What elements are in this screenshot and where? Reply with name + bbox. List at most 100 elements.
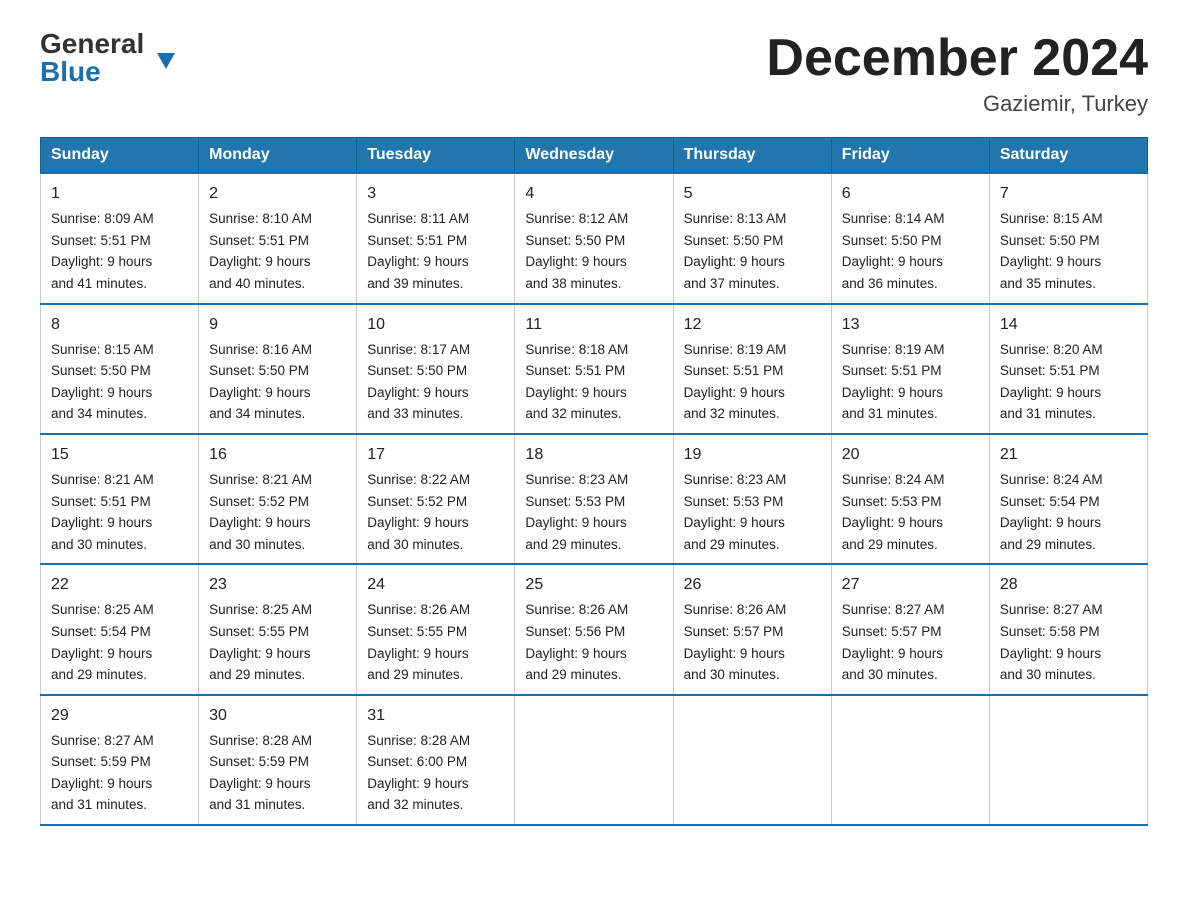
day-number: 16 — [209, 443, 346, 467]
table-row: 22Sunrise: 8:25 AMSunset: 5:54 PMDayligh… — [41, 564, 199, 694]
day-number: 7 — [1000, 182, 1137, 206]
day-info: Sunrise: 8:20 AMSunset: 5:51 PMDaylight:… — [1000, 339, 1137, 425]
day-info: Sunrise: 8:28 AMSunset: 6:00 PMDaylight:… — [367, 730, 504, 816]
table-row: 9Sunrise: 8:16 AMSunset: 5:50 PMDaylight… — [199, 304, 357, 434]
month-title: December 2024 — [766, 30, 1148, 87]
day-info: Sunrise: 8:13 AMSunset: 5:50 PMDaylight:… — [684, 208, 821, 294]
day-info: Sunrise: 8:10 AMSunset: 5:51 PMDaylight:… — [209, 208, 346, 294]
day-number: 30 — [209, 704, 346, 728]
day-info: Sunrise: 8:24 AMSunset: 5:54 PMDaylight:… — [1000, 469, 1137, 555]
day-info: Sunrise: 8:15 AMSunset: 5:50 PMDaylight:… — [51, 339, 188, 425]
day-number: 6 — [842, 182, 979, 206]
table-row: 5Sunrise: 8:13 AMSunset: 5:50 PMDaylight… — [673, 173, 831, 303]
table-row: 2Sunrise: 8:10 AMSunset: 5:51 PMDaylight… — [199, 173, 357, 303]
table-row: 16Sunrise: 8:21 AMSunset: 5:52 PMDayligh… — [199, 434, 357, 564]
table-row: 7Sunrise: 8:15 AMSunset: 5:50 PMDaylight… — [989, 173, 1147, 303]
table-row: 29Sunrise: 8:27 AMSunset: 5:59 PMDayligh… — [41, 695, 199, 825]
logo: General Blue — [40, 30, 155, 86]
day-number: 17 — [367, 443, 504, 467]
table-row: 3Sunrise: 8:11 AMSunset: 5:51 PMDaylight… — [357, 173, 515, 303]
day-info: Sunrise: 8:12 AMSunset: 5:50 PMDaylight:… — [525, 208, 662, 294]
logo-blue: Blue — [40, 58, 155, 86]
day-info: Sunrise: 8:23 AMSunset: 5:53 PMDaylight:… — [525, 469, 662, 555]
day-info: Sunrise: 8:21 AMSunset: 5:51 PMDaylight:… — [51, 469, 188, 555]
day-info: Sunrise: 8:22 AMSunset: 5:52 PMDaylight:… — [367, 469, 504, 555]
logo-triangle-icon — [157, 53, 175, 69]
day-info: Sunrise: 8:25 AMSunset: 5:54 PMDaylight:… — [51, 599, 188, 685]
table-row — [831, 695, 989, 825]
day-info: Sunrise: 8:23 AMSunset: 5:53 PMDaylight:… — [684, 469, 821, 555]
table-row: 17Sunrise: 8:22 AMSunset: 5:52 PMDayligh… — [357, 434, 515, 564]
table-row: 31Sunrise: 8:28 AMSunset: 6:00 PMDayligh… — [357, 695, 515, 825]
day-number: 20 — [842, 443, 979, 467]
day-number: 8 — [51, 313, 188, 337]
day-number: 2 — [209, 182, 346, 206]
table-row: 28Sunrise: 8:27 AMSunset: 5:58 PMDayligh… — [989, 564, 1147, 694]
day-number: 26 — [684, 573, 821, 597]
table-row: 14Sunrise: 8:20 AMSunset: 5:51 PMDayligh… — [989, 304, 1147, 434]
day-info: Sunrise: 8:19 AMSunset: 5:51 PMDaylight:… — [842, 339, 979, 425]
day-info: Sunrise: 8:26 AMSunset: 5:55 PMDaylight:… — [367, 599, 504, 685]
day-number: 4 — [525, 182, 662, 206]
table-row: 30Sunrise: 8:28 AMSunset: 5:59 PMDayligh… — [199, 695, 357, 825]
calendar-week-1: 1Sunrise: 8:09 AMSunset: 5:51 PMDaylight… — [41, 173, 1148, 303]
day-number: 25 — [525, 573, 662, 597]
table-row — [515, 695, 673, 825]
day-number: 11 — [525, 313, 662, 337]
day-info: Sunrise: 8:25 AMSunset: 5:55 PMDaylight:… — [209, 599, 346, 685]
calendar-week-5: 29Sunrise: 8:27 AMSunset: 5:59 PMDayligh… — [41, 695, 1148, 825]
col-header-saturday: Saturday — [989, 138, 1147, 174]
day-number: 21 — [1000, 443, 1137, 467]
day-number: 9 — [209, 313, 346, 337]
day-number: 24 — [367, 573, 504, 597]
table-row: 12Sunrise: 8:19 AMSunset: 5:51 PMDayligh… — [673, 304, 831, 434]
col-header-wednesday: Wednesday — [515, 138, 673, 174]
day-info: Sunrise: 8:26 AMSunset: 5:56 PMDaylight:… — [525, 599, 662, 685]
day-info: Sunrise: 8:11 AMSunset: 5:51 PMDaylight:… — [367, 208, 504, 294]
day-info: Sunrise: 8:27 AMSunset: 5:58 PMDaylight:… — [1000, 599, 1137, 685]
table-row: 21Sunrise: 8:24 AMSunset: 5:54 PMDayligh… — [989, 434, 1147, 564]
day-number: 12 — [684, 313, 821, 337]
day-info: Sunrise: 8:09 AMSunset: 5:51 PMDaylight:… — [51, 208, 188, 294]
table-row: 24Sunrise: 8:26 AMSunset: 5:55 PMDayligh… — [357, 564, 515, 694]
table-row: 27Sunrise: 8:27 AMSunset: 5:57 PMDayligh… — [831, 564, 989, 694]
day-number: 31 — [367, 704, 504, 728]
day-number: 15 — [51, 443, 188, 467]
day-info: Sunrise: 8:18 AMSunset: 5:51 PMDaylight:… — [525, 339, 662, 425]
day-number: 5 — [684, 182, 821, 206]
day-number: 23 — [209, 573, 346, 597]
logo-general: General — [40, 30, 155, 58]
day-info: Sunrise: 8:14 AMSunset: 5:50 PMDaylight:… — [842, 208, 979, 294]
day-number: 1 — [51, 182, 188, 206]
table-row: 15Sunrise: 8:21 AMSunset: 5:51 PMDayligh… — [41, 434, 199, 564]
calendar-table: SundayMondayTuesdayWednesdayThursdayFrid… — [40, 137, 1148, 826]
calendar-week-2: 8Sunrise: 8:15 AMSunset: 5:50 PMDaylight… — [41, 304, 1148, 434]
calendar-week-4: 22Sunrise: 8:25 AMSunset: 5:54 PMDayligh… — [41, 564, 1148, 694]
table-row: 20Sunrise: 8:24 AMSunset: 5:53 PMDayligh… — [831, 434, 989, 564]
day-info: Sunrise: 8:27 AMSunset: 5:57 PMDaylight:… — [842, 599, 979, 685]
day-number: 13 — [842, 313, 979, 337]
day-number: 3 — [367, 182, 504, 206]
table-row: 1Sunrise: 8:09 AMSunset: 5:51 PMDaylight… — [41, 173, 199, 303]
day-number: 10 — [367, 313, 504, 337]
day-number: 28 — [1000, 573, 1137, 597]
table-row — [989, 695, 1147, 825]
page-header: General Blue December 2024 Gaziemir, Tur… — [40, 30, 1148, 117]
day-info: Sunrise: 8:21 AMSunset: 5:52 PMDaylight:… — [209, 469, 346, 555]
title-block: December 2024 Gaziemir, Turkey — [766, 30, 1148, 117]
day-info: Sunrise: 8:24 AMSunset: 5:53 PMDaylight:… — [842, 469, 979, 555]
day-info: Sunrise: 8:26 AMSunset: 5:57 PMDaylight:… — [684, 599, 821, 685]
table-row: 25Sunrise: 8:26 AMSunset: 5:56 PMDayligh… — [515, 564, 673, 694]
day-number: 27 — [842, 573, 979, 597]
table-row: 6Sunrise: 8:14 AMSunset: 5:50 PMDaylight… — [831, 173, 989, 303]
table-row: 11Sunrise: 8:18 AMSunset: 5:51 PMDayligh… — [515, 304, 673, 434]
col-header-tuesday: Tuesday — [357, 138, 515, 174]
table-row: 23Sunrise: 8:25 AMSunset: 5:55 PMDayligh… — [199, 564, 357, 694]
day-info: Sunrise: 8:19 AMSunset: 5:51 PMDaylight:… — [684, 339, 821, 425]
day-info: Sunrise: 8:17 AMSunset: 5:50 PMDaylight:… — [367, 339, 504, 425]
col-header-thursday: Thursday — [673, 138, 831, 174]
day-number: 29 — [51, 704, 188, 728]
table-row: 13Sunrise: 8:19 AMSunset: 5:51 PMDayligh… — [831, 304, 989, 434]
day-info: Sunrise: 8:27 AMSunset: 5:59 PMDaylight:… — [51, 730, 188, 816]
day-info: Sunrise: 8:28 AMSunset: 5:59 PMDaylight:… — [209, 730, 346, 816]
